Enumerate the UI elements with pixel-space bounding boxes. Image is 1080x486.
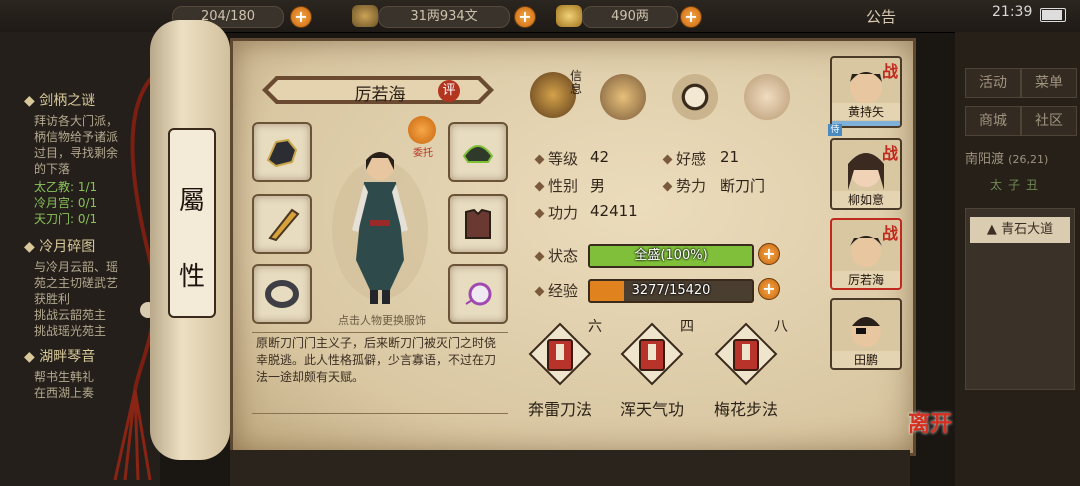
rate-button[interactable]: 评 [438,80,460,102]
power-label: 功力 [548,204,579,222]
bottom-nav-bar [230,450,910,486]
skill-book-icon[interactable] [714,322,778,386]
location-label: 南阳渡 (26,21) [965,152,1049,167]
exp-label: 经验 [548,282,579,300]
quest-title-lakeside[interactable]: ◆ 湖畔琴音 [24,346,95,366]
exp-bar: 3277/15420 [588,279,754,303]
quest-line: 柄信物给予诸派 [34,130,119,144]
silver-ingot-icon [556,5,582,27]
gender-label: 性别 [548,177,579,195]
party-member-name: 柳如意 [832,191,900,208]
battle-tag: 战 [881,62,898,81]
add-silver-button[interactable]: + [680,6,702,28]
battle-tag: 战 [881,144,898,163]
quest-line: 帮书生韩礼 [34,370,95,384]
faction-value: 断刀门 [720,177,766,195]
party-member-card-selected[interactable]: 战 厉若海 [830,218,902,290]
gauntlet-icon [266,138,298,168]
clock: 21:39 [992,4,1033,20]
attendant-badge: 侍 [828,124,842,136]
party-member-card[interactable]: 田鹏 [830,298,902,370]
equip-slot-gloves[interactable] [252,122,312,182]
title-char: 屬 [178,186,205,216]
status-bar-text: 全盛(100%) [634,248,708,263]
battery-icon [1040,8,1066,22]
restore-status-button[interactable]: + [758,243,780,265]
level-label: 等级 [548,150,579,168]
equip-slot-armor[interactable] [448,194,508,254]
favor-label: 好感 [676,150,707,168]
battle-tag: 战 [881,224,898,243]
notice-button[interactable]: 公告 [866,6,896,27]
bagua-icon[interactable] [672,74,718,120]
meridian-figure-icon[interactable] [744,74,790,120]
character-portrait[interactable] [330,140,430,310]
blade-icon [268,208,300,242]
pearl-charm-icon [465,282,492,306]
faction-label: 势力 [676,177,707,195]
quest-line: 挑战瑶光苑主 [34,324,107,338]
armor-icon [465,208,491,239]
quest-line: 苑之主切磋武艺 [34,276,119,290]
map-bag-icon[interactable] [600,74,646,120]
place-list: ▲ 青石大道 [965,208,1075,390]
skill-name: 梅花步法 [713,400,778,419]
attributes-title-plaque: 屬 性 [168,128,216,318]
equip-slot-ring[interactable] [252,264,312,324]
status-bar: 全盛(100%) [588,244,754,268]
exp-bar-text: 3277/15420 [631,283,711,298]
equip-slot-weapon[interactable] [252,194,312,254]
change-outfit-hint: 点击人物更换服饰 [338,314,426,327]
silver-display: 490两 [582,6,678,28]
gender-value: 男 [590,177,606,195]
coin-icon [352,5,378,27]
character-description: 原断刀门门主义子，后来断刀门被灭门之时侥幸脱逃。此人性格孤僻，少言寡语，不过在刀… [252,332,508,414]
quest-line: 拜访各大门派， [34,114,119,128]
quest-progress: 冷月宫: 0/1 [34,196,98,210]
add-exp-button[interactable]: + [758,278,780,300]
party-member-bar [832,121,900,126]
coins-value: 31两934文 [410,9,478,24]
level-value: 42 [590,148,610,166]
coins-display: 31两934文 [378,6,510,28]
quest-line: 挑战云韶苑主 [34,308,107,322]
quest-line: 的下落 [34,162,71,176]
place-item[interactable]: ▲ 青石大道 [970,217,1070,243]
region-label: 太子丑 [989,178,1044,192]
title-char: 性 [178,262,205,292]
party-member-card[interactable]: 战 黄持矢 [830,56,902,128]
quest-line: 获胜利 [34,292,71,306]
activity-button[interactable]: 活动 [965,68,1021,98]
quest-title-cold-moon[interactable]: ◆ 冷月碎图 [24,236,95,256]
helmet-icon [462,145,494,163]
silver-value: 490两 [611,9,649,24]
quest-progress: 天刀门: 0/1 [34,212,98,226]
quest-line: 过目，寻找剩余 [34,146,119,160]
character-name: 厉若海 [354,85,406,105]
quest-progress: 太乙教: 1/1 [34,180,98,194]
favor-value: 21 [720,148,740,166]
skill-book-icon[interactable] [620,322,684,386]
party-member-name: 田鹏 [832,351,900,368]
leave-button[interactable]: 离开 [908,406,952,438]
power-value: 42411 [590,202,638,220]
right-menu-panel: 活动 菜单 商城 社区 南阳渡 (26,21) 太子丑 ▲ 青石大道 [955,32,1080,486]
quest-line: 在西湖上奏 [34,386,95,400]
party-member-name: 厉若海 [832,271,900,288]
community-button[interactable]: 社区 [1021,106,1077,136]
menu-button[interactable]: 菜单 [1021,68,1077,98]
skill-book-icon[interactable] [528,322,592,386]
ring-icon [265,280,299,308]
info-label: 信息 [570,69,583,96]
quest-title-sword-hilt[interactable]: ◆ 剑柄之谜 [24,90,95,110]
party-member-name: 黄持矢 [832,103,900,120]
quest-line: 与冷月云韶、瑶 [34,260,119,274]
equip-slot-helmet[interactable] [448,122,508,182]
add-stamina-button[interactable]: + [290,6,312,28]
equip-slot-accessory[interactable] [448,264,508,324]
party-member-card[interactable]: 战 柳如意 [830,138,902,210]
add-coins-button[interactable]: + [514,6,536,28]
status-label: 状态 [548,247,579,265]
shop-button[interactable]: 商城 [965,106,1021,136]
